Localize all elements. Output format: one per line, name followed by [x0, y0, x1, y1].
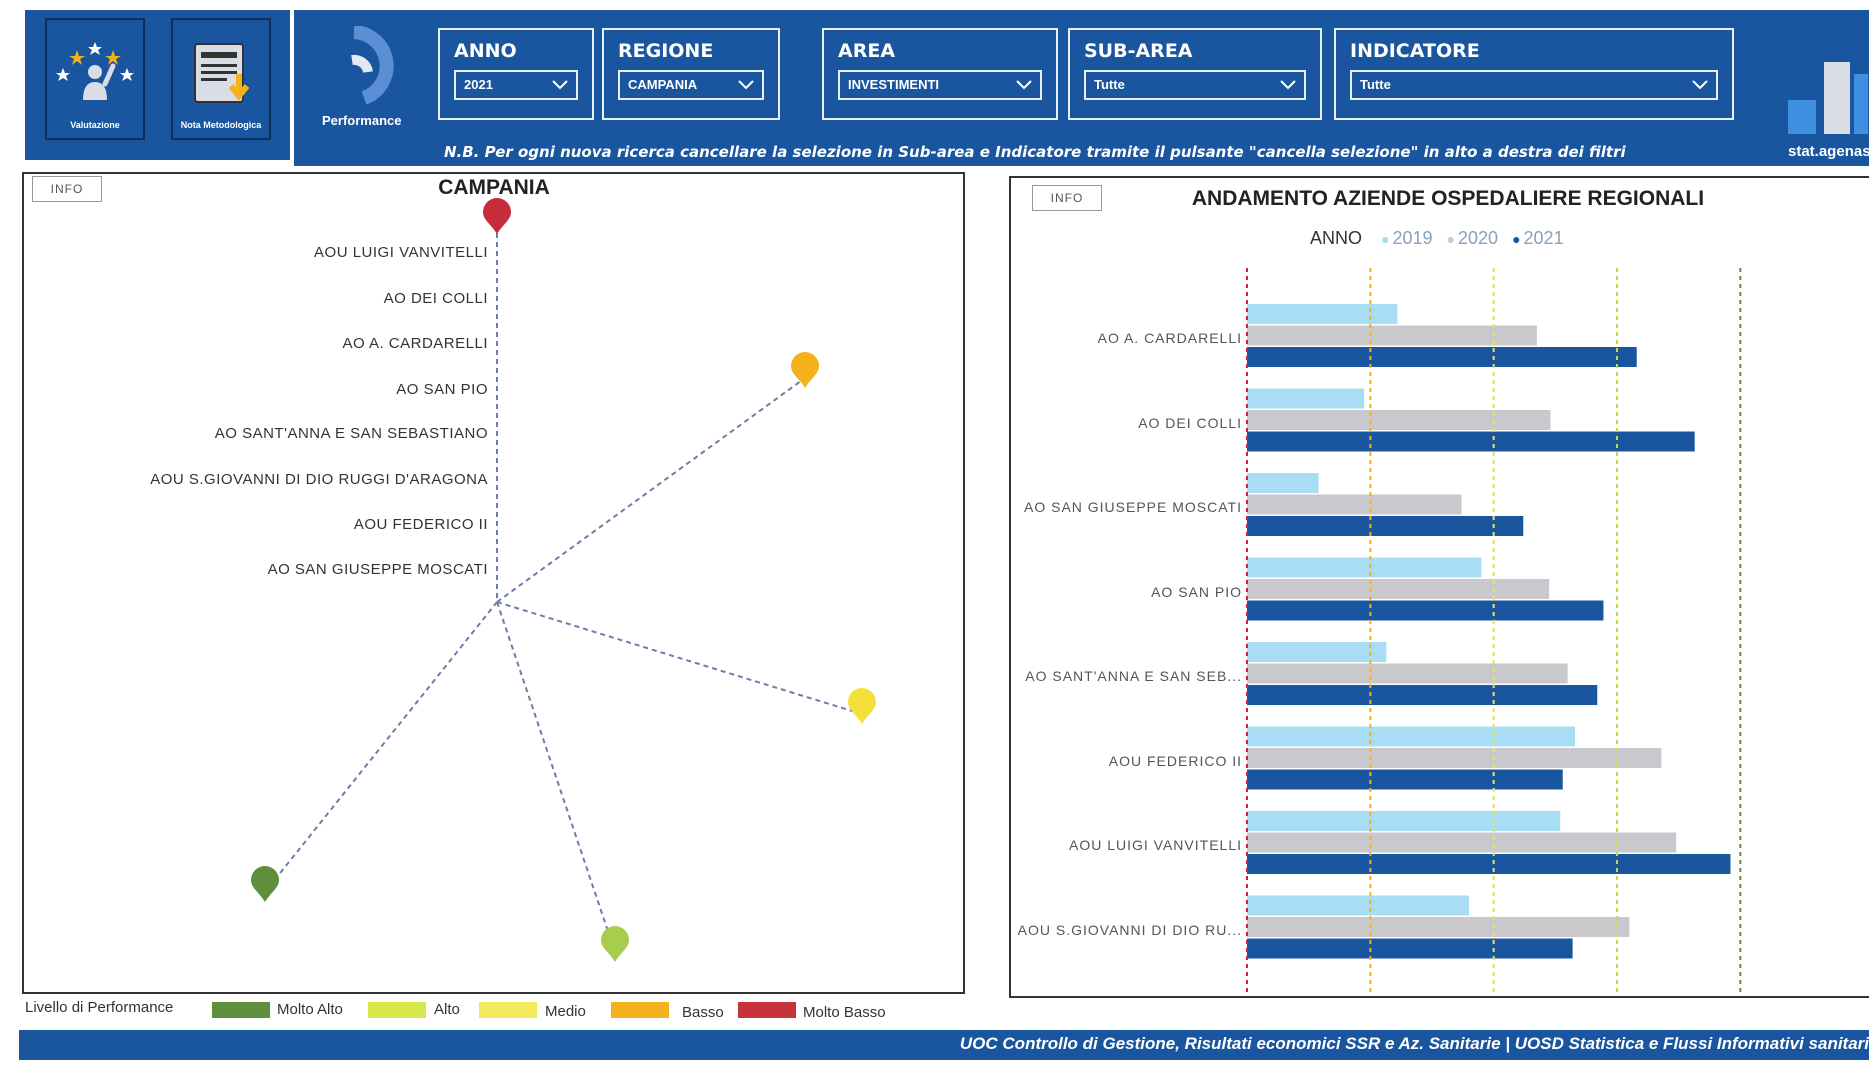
- filter-anno-select[interactable]: 2021: [454, 70, 578, 100]
- bar-label-column: AO A. CARDARELLI AO DEI COLLI AO SAN GIUSE…: [1018, 0, 1242, 938]
- bar-2020[interactable]: [1247, 663, 1568, 684]
- filter-area-label: AREA: [838, 40, 896, 62]
- performance-pin[interactable]: [251, 866, 279, 902]
- legend-label: Medio: [545, 1003, 586, 1020]
- search-note: N.B. Per ogni nuova ricerca cancellare l…: [444, 143, 1626, 161]
- legend-label: Alto: [434, 1001, 460, 1018]
- bar-2020[interactable]: [1247, 748, 1662, 768]
- bar-2021[interactable]: [1247, 854, 1731, 874]
- bar-2020[interactable]: [1247, 579, 1550, 599]
- filter-sub-area-value: Tutte: [1094, 77, 1125, 92]
- bar-2019[interactable]: [1247, 811, 1561, 831]
- bar-2019[interactable]: [1247, 557, 1482, 578]
- filter-indicatore-label: INDICATORE: [1350, 40, 1480, 62]
- filter-indicatore-value: Tutte: [1360, 77, 1391, 92]
- filter-anno-label: ANNO: [454, 40, 517, 62]
- filter-indicatore: INDICATORE Tutte: [1334, 28, 1734, 120]
- bar-2019[interactable]: [1247, 642, 1387, 662]
- legend-label: Molto Basso: [803, 1004, 886, 1021]
- bar-chart-svg: [1246, 268, 1742, 994]
- performance-label[interactable]: Performance: [322, 113, 401, 128]
- filter-anno: ANNO 2021: [438, 28, 594, 120]
- bar-2021[interactable]: [1247, 516, 1524, 536]
- bar-2021[interactable]: [1247, 600, 1604, 621]
- bar-2021[interactable]: [1247, 938, 1573, 959]
- bar-2021[interactable]: [1247, 769, 1563, 790]
- nota-metodologica-tile[interactable]: Nota Metodologica: [171, 18, 271, 140]
- legend-swatch-molto-alto: [212, 1002, 270, 1018]
- performance-pin[interactable]: [791, 352, 819, 388]
- footer-text: UOC Controllo di Gestione, Risultati eco…: [959, 1034, 1869, 1053]
- chevron-down-icon: [552, 80, 568, 90]
- bar-2021[interactable]: [1247, 347, 1637, 367]
- performance-map-svg: [251, 198, 876, 962]
- bar-2019[interactable]: [1247, 304, 1398, 324]
- filter-area-select[interactable]: INVESTIMENTI: [838, 70, 1042, 100]
- filter-sub-area-label: SUB-AREA: [1084, 40, 1193, 62]
- filter-regione-value: CAMPANIA: [628, 77, 698, 92]
- legend-swatch-basso: [611, 1002, 669, 1018]
- stars-person-icon: [56, 42, 134, 100]
- bar-2020[interactable]: [1247, 494, 1462, 515]
- nota-metodologica-caption: Nota Metodologica: [180, 120, 262, 130]
- stat-agenas-label: stat.agenas: [1788, 143, 1869, 160]
- chevron-down-icon: [1280, 80, 1296, 90]
- legend-swatch-medio: [479, 1002, 537, 1018]
- filter-area: AREA INVESTIMENTI: [822, 28, 1058, 120]
- document-download-icon: [194, 43, 250, 103]
- performance-gauge-icon[interactable]: [324, 26, 404, 106]
- performance-pin[interactable]: [601, 926, 629, 962]
- bar-2020[interactable]: [1247, 832, 1677, 853]
- bar-2019[interactable]: [1247, 726, 1576, 747]
- stat-agenas-logo-icon: [1788, 62, 1868, 134]
- performance-pin[interactable]: [848, 688, 876, 724]
- bar-2019[interactable]: [1247, 388, 1365, 409]
- filter-regione: REGIONE CAMPANIA: [602, 28, 780, 120]
- filter-sub-area-select[interactable]: Tutte: [1084, 70, 1306, 100]
- bar-2020[interactable]: [1247, 410, 1551, 430]
- chevron-down-icon: [738, 80, 754, 90]
- bar-2021[interactable]: [1247, 685, 1598, 705]
- valutazione-caption: Valutazione: [70, 120, 120, 130]
- filter-area-value: INVESTIMENTI: [848, 77, 940, 92]
- legend-label: Molto Alto: [277, 1001, 343, 1018]
- filter-regione-label: REGIONE: [618, 40, 714, 62]
- valutazione-tile[interactable]: Valutazione: [45, 18, 145, 140]
- legend-swatch-molto-basso: [738, 1002, 796, 1018]
- chevron-down-icon: [1016, 80, 1032, 90]
- filter-indicatore-select[interactable]: Tutte: [1350, 70, 1718, 100]
- chevron-down-icon: [1692, 80, 1708, 90]
- bar-2021[interactable]: [1247, 431, 1695, 452]
- legend-title: Livello di Performance: [25, 999, 174, 1016]
- footer-bar: UOC Controllo di Gestione, Risultati eco…: [19, 1030, 1869, 1060]
- performance-pin[interactable]: [483, 198, 511, 234]
- bar-2019[interactable]: [1247, 895, 1469, 916]
- filter-regione-select[interactable]: CAMPANIA: [618, 70, 764, 100]
- bar-2020[interactable]: [1247, 917, 1630, 937]
- legend-label: Basso: [682, 1004, 724, 1021]
- legend-swatch-alto: [368, 1002, 426, 1018]
- organization-list: AOU LUIGI VANVITELLI AO DEI COLLI AO A. …: [0, 0, 488, 578]
- filter-anno-value: 2021: [464, 77, 493, 92]
- filter-sub-area: SUB-AREA Tutte: [1068, 28, 1322, 120]
- bar-2019[interactable]: [1247, 473, 1319, 493]
